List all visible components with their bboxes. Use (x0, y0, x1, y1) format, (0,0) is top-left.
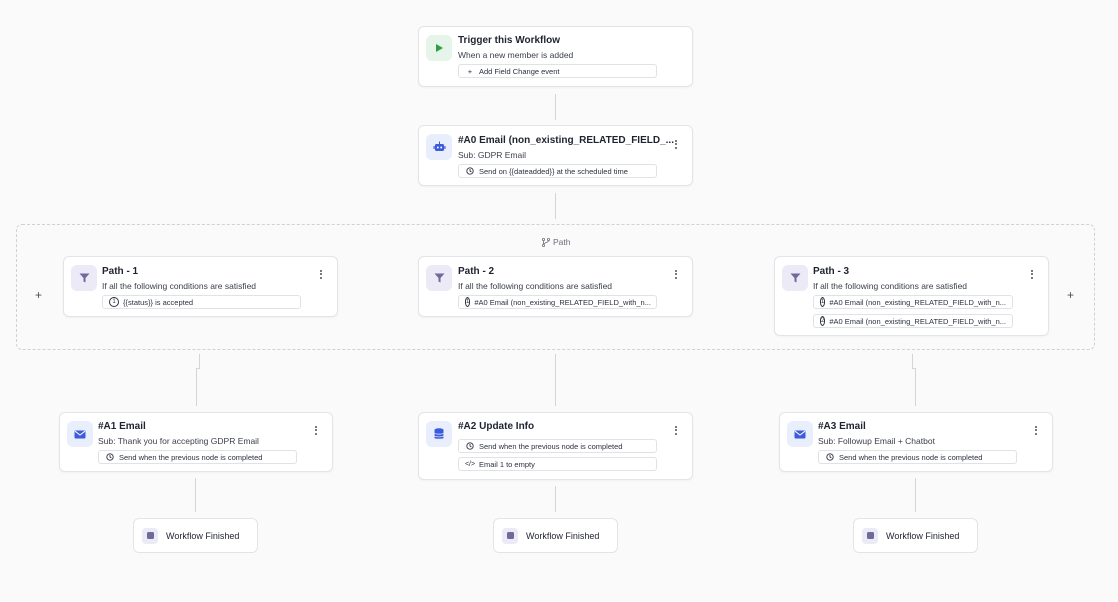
a1-more-icon[interactable] (312, 423, 320, 437)
database-icon (426, 421, 452, 447)
bot-icon (426, 134, 452, 160)
condition-number-icon: 2 (820, 316, 826, 326)
branch-icon (542, 237, 550, 247)
workflow-finished-1[interactable]: Workflow Finished (133, 518, 258, 553)
path-3-title: Path - 3 (813, 266, 850, 277)
a2-more-icon[interactable] (672, 423, 680, 437)
code-icon: </> (464, 460, 476, 468)
condition-number-icon: 1 (820, 297, 826, 307)
a0-schedule-label: Send on {{dateadded}} at the scheduled t… (479, 166, 628, 176)
timer-icon (465, 442, 475, 450)
connector-a2-finish (555, 486, 556, 512)
a0-schedule-chip[interactable]: Send on {{dateadded}} at the scheduled t… (458, 164, 657, 178)
path-3-condition-2-label: #A0 Email (non_existing_RELATED_FIELD_wi… (829, 316, 1006, 326)
a1-timing-label: Send when the previous node is completed (119, 452, 263, 462)
trigger-title: Trigger this Workflow (458, 35, 561, 46)
workflow-finished-1-label: Workflow Finished (166, 530, 240, 541)
stop-icon (862, 527, 878, 544)
trigger-subtitle: When a new member is added (458, 50, 574, 60)
a3-title: #A3 Email (818, 421, 866, 432)
a1-timing-chip[interactable]: Send when the previous node is completed (98, 450, 297, 464)
path-3-condition-2[interactable]: 2 #A0 Email (non_existing_RELATED_FIELD_… (813, 314, 1013, 328)
a0-email-node[interactable]: #A0 Email (non_existing_RELATED_FIELD_..… (418, 125, 693, 186)
path-1-subtitle: If all the following conditions are sati… (102, 281, 257, 291)
a0-more-icon[interactable] (672, 137, 680, 151)
connector-a0-path (555, 193, 556, 219)
condition-number-icon: 1 (465, 297, 471, 307)
path-2-condition-1-label: #A0 Email (non_existing_RELATED_FIELD_wi… (474, 297, 651, 307)
connector-path3-a3-lower (915, 368, 916, 406)
workflow-finished-3[interactable]: Workflow Finished (853, 518, 978, 553)
connector-path2-a2 (555, 354, 556, 406)
plus-icon: + (467, 66, 473, 76)
stop-icon (142, 527, 158, 544)
path-2-subtitle: If all the following conditions are sati… (458, 281, 613, 291)
path-group-label-text: Path (553, 237, 571, 247)
mail-icon (787, 421, 813, 447)
connector-a3-finish (915, 478, 916, 512)
connector-path3-a3 (912, 354, 913, 368)
a3-email-node[interactable]: #A3 Email Sub: Followup Email + Chatbot … (779, 412, 1053, 472)
path-3-node[interactable]: Path - 3 If all the following conditions… (774, 256, 1049, 336)
add-path-left-button[interactable]: + (35, 288, 42, 302)
a3-timing-chip[interactable]: Send when the previous node is completed (818, 450, 1017, 464)
a2-timing-chip[interactable]: Send when the previous node is completed (458, 439, 657, 453)
timer-icon (825, 453, 835, 461)
a2-title: #A2 Update Info (458, 421, 535, 432)
path-3-condition-1[interactable]: 1 #A0 Email (non_existing_RELATED_FIELD_… (813, 295, 1013, 309)
connector-a1-finish (195, 478, 196, 512)
a3-subtitle: Sub: Followup Email + Chatbot (818, 436, 935, 446)
path-3-subtitle: If all the following conditions are sati… (813, 281, 968, 291)
add-path-right-button[interactable]: + (1067, 288, 1074, 302)
a2-update-label: Email 1 to empty (479, 459, 535, 469)
add-field-change-label: Add Field Change event (479, 66, 560, 76)
a2-update-info-node[interactable]: #A2 Update Info Send when the previous n… (418, 412, 693, 480)
a2-update-chip[interactable]: </> Email 1 to empty (458, 457, 657, 471)
trigger-node[interactable]: Trigger this Workflow When a new member … (418, 26, 693, 87)
mail-icon (67, 421, 93, 447)
filter-icon (71, 265, 97, 291)
a1-subtitle: Sub: Thank you for accepting GDPR Email (98, 436, 259, 446)
add-field-change-button[interactable]: + Add Field Change event (458, 64, 657, 78)
path-3-condition-1-label: #A0 Email (non_existing_RELATED_FIELD_wi… (829, 297, 1006, 307)
filter-icon (782, 265, 808, 291)
path-1-title: Path - 1 (102, 266, 139, 277)
timer-icon (465, 167, 475, 175)
path-2-node[interactable]: Path - 2 If all the following conditions… (418, 256, 693, 317)
connector-trigger-a0 (555, 94, 556, 120)
workflow-finished-3-label: Workflow Finished (886, 530, 960, 541)
path-2-condition-1[interactable]: 1 #A0 Email (non_existing_RELATED_FIELD_… (458, 295, 657, 309)
workflow-finished-2[interactable]: Workflow Finished (493, 518, 618, 553)
timer-icon (105, 453, 115, 461)
path-group-label: Path (542, 237, 571, 247)
play-icon (426, 35, 452, 61)
connector-path1-a1 (199, 354, 200, 368)
path-1-condition-1-label: {{status}} is accepted (123, 297, 194, 307)
a2-timing-label: Send when the previous node is completed (479, 441, 623, 451)
a3-more-icon[interactable] (1032, 423, 1040, 437)
path-1-more-icon[interactable] (317, 267, 325, 281)
a3-timing-label: Send when the previous node is completed (839, 452, 983, 462)
path-1-node[interactable]: Path - 1 If all the following conditions… (63, 256, 338, 317)
workflow-finished-2-label: Workflow Finished (526, 530, 600, 541)
a1-email-node[interactable]: #A1 Email Sub: Thank you for accepting G… (59, 412, 333, 472)
a0-title: #A0 Email (non_existing_RELATED_FIELD_..… (458, 135, 674, 146)
stop-icon (502, 527, 518, 544)
path-1-condition-1[interactable]: 1 {{status}} is accepted (102, 295, 301, 309)
filter-icon (426, 265, 452, 291)
condition-number-icon: 1 (109, 297, 119, 307)
a1-title: #A1 Email (98, 421, 146, 432)
path-2-title: Path - 2 (458, 266, 495, 277)
a0-subtitle: Sub: GDPR Email (458, 150, 527, 160)
path-3-more-icon[interactable] (1028, 267, 1036, 281)
connector-path1-a1-lower (196, 368, 197, 406)
path-2-more-icon[interactable] (672, 267, 680, 281)
